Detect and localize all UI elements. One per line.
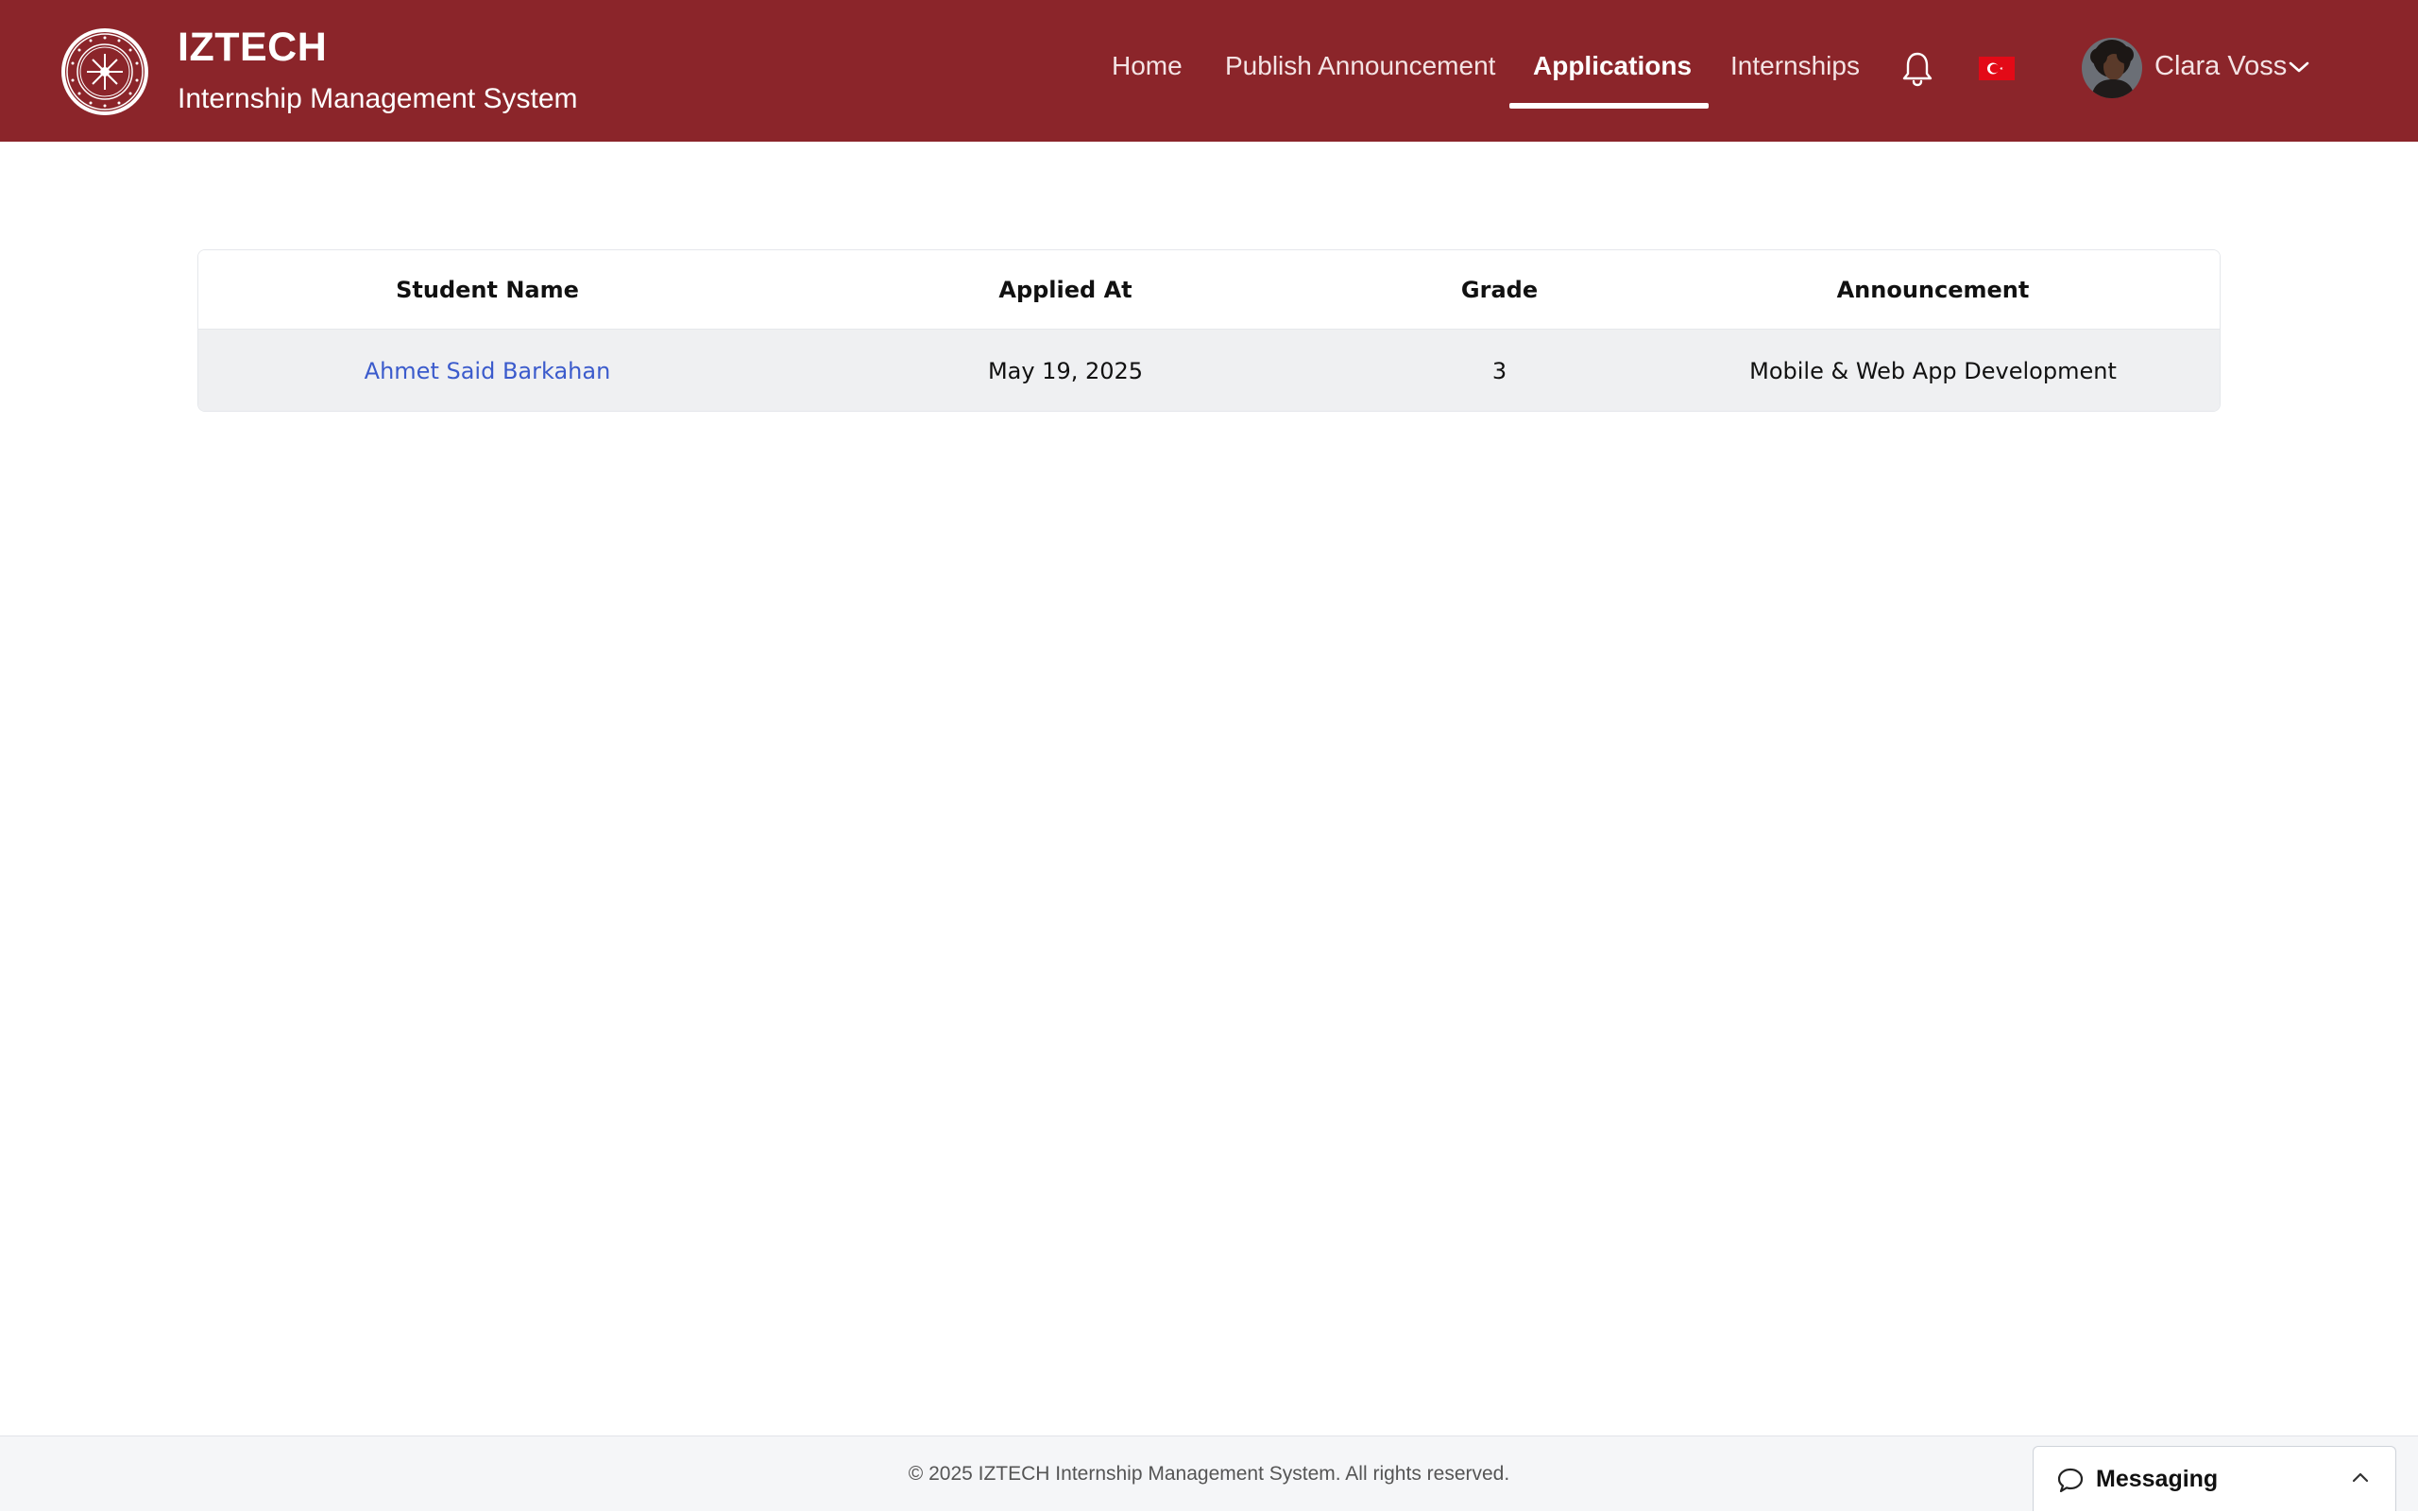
applications-table: Student Name Applied At Grade Announceme… <box>197 249 2221 412</box>
grade-cell: 3 <box>1491 358 1507 384</box>
university-seal-logo[interactable] <box>60 27 149 116</box>
brand-subtitle: Internship Management System <box>178 83 578 114</box>
column-header-announcement: Announcement <box>1836 276 2030 303</box>
active-tab-indicator <box>1509 103 1709 109</box>
table-header-row: Student Name Applied At Grade Announceme… <box>198 250 2220 330</box>
nav-applications[interactable]: Applications <box>1533 51 1692 81</box>
student-name-cell: Ahmet Said Barkahan <box>198 330 776 411</box>
nav-publish-announcement[interactable]: Publish Announcement <box>1225 51 1495 81</box>
chevron-down-icon[interactable] <box>2288 59 2310 76</box>
nav-internships[interactable]: Internships <box>1730 51 1860 81</box>
column-header-grade: Grade <box>1460 276 1539 303</box>
chat-bubble-icon <box>2057 1468 2084 1493</box>
user-name[interactable]: Clara Voss <box>2154 51 2287 82</box>
messaging-widget[interactable]: Messaging <box>2033 1446 2396 1511</box>
nav-home[interactable]: Home <box>1112 51 1183 81</box>
turkey-flag-icon[interactable] <box>1979 57 2015 80</box>
top-navbar: IZTECH Internship Management System Home… <box>0 0 2418 142</box>
student-name-link[interactable]: Ahmet Said Barkahan <box>365 358 611 384</box>
column-header-applied-at: Applied At <box>998 276 1132 303</box>
applied-at-cell: May 19, 2025 <box>987 358 1144 384</box>
table-row: Ahmet Said Barkahan May 19, 2025 3 Mobil… <box>198 330 2220 411</box>
bell-icon[interactable] <box>1901 51 1933 87</box>
chevron-up-icon[interactable] <box>2351 1470 2370 1484</box>
announcement-cell: Mobile & Web App Development <box>1749 358 2117 384</box>
column-header-student-name: Student Name <box>396 276 579 303</box>
avatar[interactable] <box>2082 38 2142 98</box>
brand-title: IZTECH <box>178 25 328 70</box>
messaging-label: Messaging <box>2096 1466 2219 1492</box>
